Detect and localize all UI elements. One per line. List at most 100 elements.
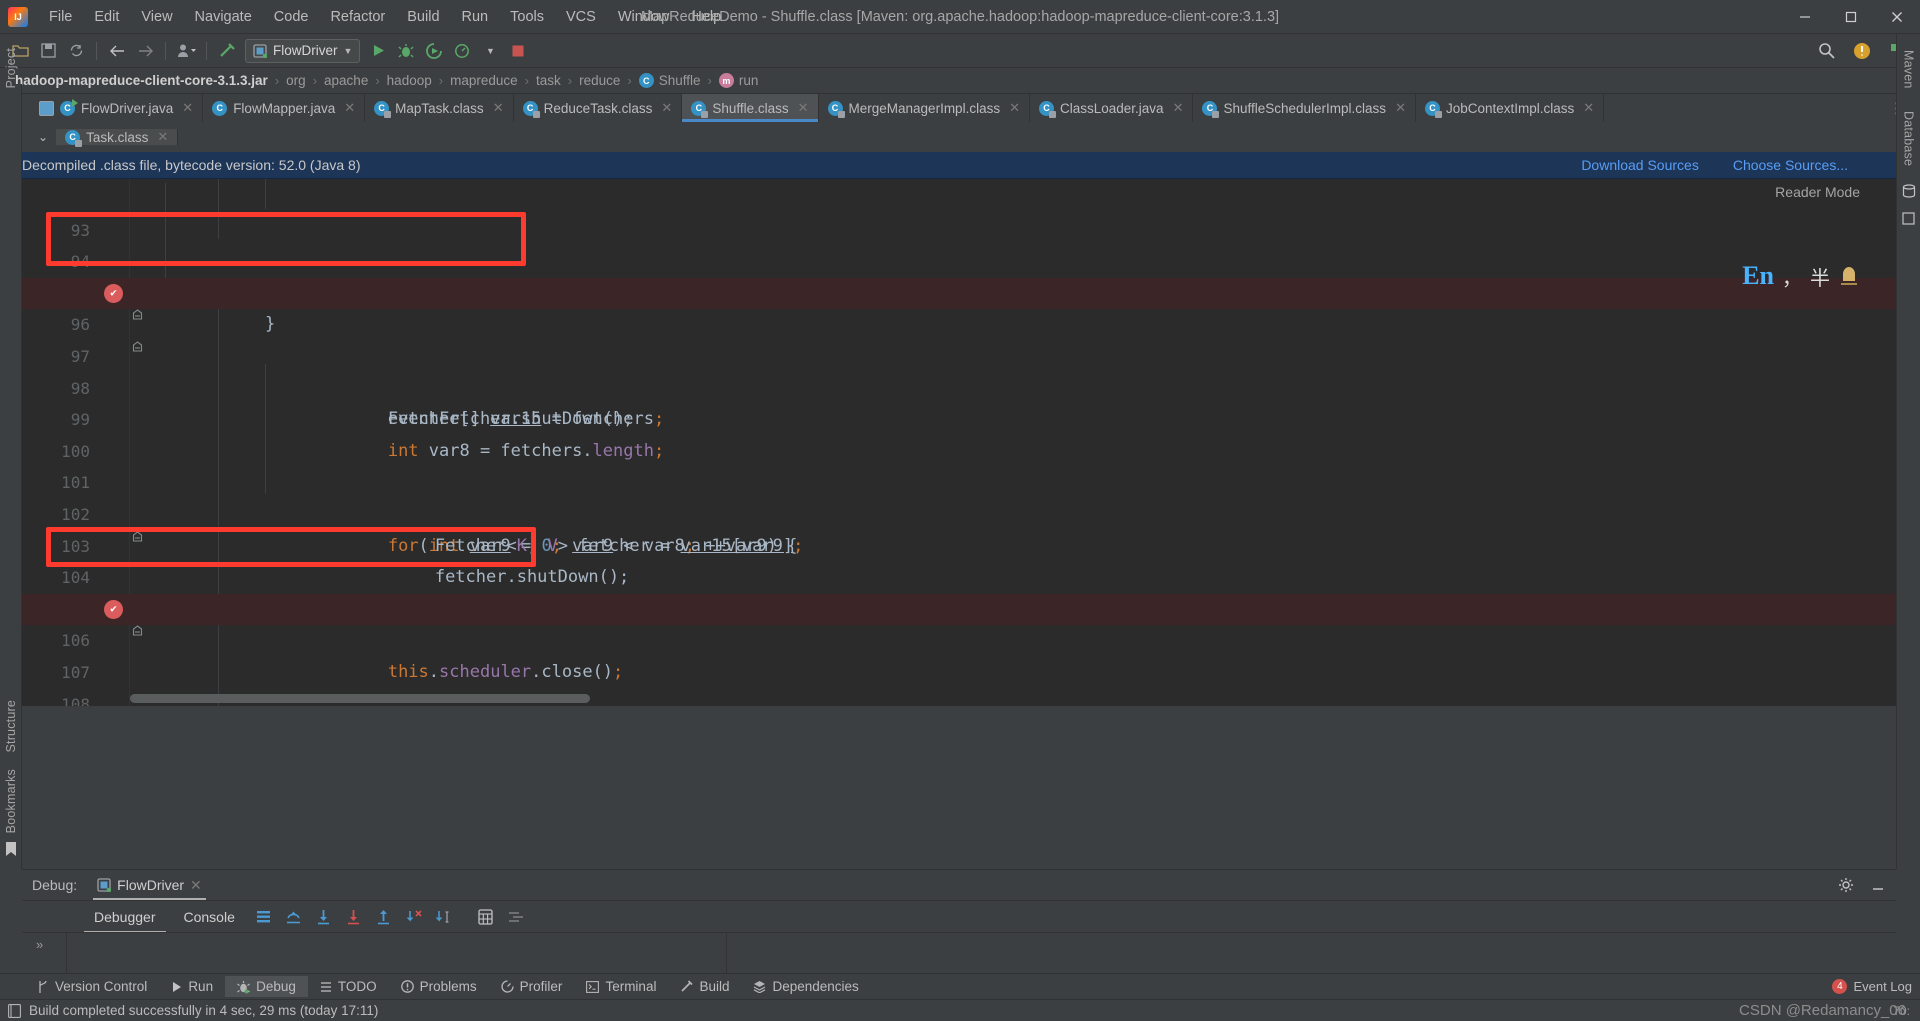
tab-jobcontextimpl-class[interactable]: C JobContextImpl.class ✕ bbox=[1416, 94, 1605, 122]
bottom-item-build[interactable]: Build bbox=[668, 976, 741, 997]
build-hammer-icon[interactable] bbox=[214, 39, 240, 63]
breakpoint-icon[interactable] bbox=[104, 599, 123, 619]
menu-run[interactable]: Run bbox=[451, 5, 500, 29]
ime-tray-icon[interactable] bbox=[1838, 265, 1860, 287]
tab-shuffle-class[interactable]: C Shuffle.class ✕ bbox=[682, 94, 819, 122]
debug-session-close-icon[interactable]: ✕ bbox=[190, 877, 202, 894]
bookmark-icon[interactable] bbox=[5, 841, 17, 869]
tab-close-icon[interactable]: ✕ bbox=[344, 100, 355, 116]
sidebar-item-project[interactable]: Project bbox=[4, 40, 18, 96]
database-icon[interactable] bbox=[1902, 180, 1916, 202]
tab-close-icon[interactable]: ✕ bbox=[182, 100, 193, 116]
breadcrumb-item-jar[interactable]: hadoop-mapreduce-client-core-3.1.3.jar bbox=[12, 73, 271, 88]
debug-session-tab[interactable]: FlowDriver ✕ bbox=[89, 870, 210, 900]
breakpoint-icon[interactable] bbox=[104, 283, 123, 303]
close-button[interactable] bbox=[1874, 0, 1920, 34]
bottom-item-run[interactable]: Run bbox=[159, 976, 225, 997]
tab-debugger[interactable]: Debugger bbox=[82, 901, 168, 933]
expand-frames-icon[interactable]: » bbox=[36, 937, 43, 952]
code-editor[interactable]: 93 } 94 } 95 96 bbox=[22, 179, 1920, 706]
tab-close-icon[interactable]: ✕ bbox=[493, 100, 504, 116]
menu-view[interactable]: View bbox=[130, 5, 183, 29]
step-into-icon[interactable] bbox=[311, 905, 337, 929]
step-over-icon[interactable] bbox=[281, 905, 307, 929]
bottom-item-dependencies[interactable]: Dependencies bbox=[741, 976, 870, 997]
maximize-button[interactable] bbox=[1828, 0, 1874, 34]
breadcrumb-item-run[interactable]: m run bbox=[716, 73, 762, 88]
sidebar-item-structure[interactable]: Structure bbox=[4, 692, 18, 761]
drop-frame-icon[interactable] bbox=[401, 905, 427, 929]
reader-mode-label[interactable]: Reader Mode bbox=[1775, 184, 1860, 200]
menu-file[interactable]: File bbox=[38, 5, 83, 29]
tab-close-icon[interactable]: ✕ bbox=[661, 100, 672, 116]
menu-vcs[interactable]: VCS bbox=[555, 5, 607, 29]
search-icon[interactable] bbox=[1813, 39, 1839, 63]
breadcrumb-item-hadoop[interactable]: hadoop bbox=[384, 73, 435, 88]
menu-build[interactable]: Build bbox=[396, 5, 450, 29]
bottom-item-version-control[interactable]: Version Control bbox=[26, 976, 159, 997]
tab-maptask-class[interactable]: C MapTask.class ✕ bbox=[365, 94, 514, 122]
tab-reducetask-class[interactable]: C ReduceTask.class ✕ bbox=[514, 94, 683, 122]
breadcrumb-item-shuffle[interactable]: C Shuffle bbox=[636, 73, 704, 88]
tab-flowdriver-java[interactable]: C FlowDriver.java ✕ bbox=[30, 94, 204, 122]
save-all-icon[interactable] bbox=[35, 39, 61, 63]
tab-shuffleschedulerimpl-class[interactable]: C ShuffleSchedulerImpl.class ✕ bbox=[1193, 94, 1416, 122]
sidebar-item-bookmarks[interactable]: Bookmarks bbox=[4, 761, 18, 841]
run-icon[interactable] bbox=[365, 39, 391, 63]
ime-punctuation-icon[interactable]: ， bbox=[1782, 262, 1802, 291]
event-log-label[interactable]: Event Log bbox=[1853, 979, 1912, 994]
tab-mergemanagerimpl-class[interactable]: C MergeManagerImpl.class ✕ bbox=[819, 94, 1030, 122]
breadcrumb-item-reduce[interactable]: reduce bbox=[576, 73, 623, 88]
sidebar-item-database[interactable]: Database bbox=[1902, 103, 1916, 174]
run-configuration-selector[interactable]: FlowDriver ▼ bbox=[245, 38, 361, 63]
force-step-into-icon[interactable] bbox=[341, 905, 367, 929]
forward-arrow-icon[interactable] bbox=[132, 39, 158, 63]
settings-layout-icon[interactable] bbox=[503, 905, 529, 929]
step-out-icon[interactable] bbox=[371, 905, 397, 929]
tab-classloader-java[interactable]: C ClassLoader.java ✕ bbox=[1030, 94, 1194, 122]
menu-edit[interactable]: Edit bbox=[83, 5, 130, 29]
sync-icon[interactable] bbox=[63, 39, 89, 63]
profile-run-icon[interactable] bbox=[449, 39, 475, 63]
breadcrumb-item-apache[interactable]: apache bbox=[321, 73, 371, 88]
tab-close-icon[interactable]: ✕ bbox=[1009, 100, 1020, 116]
tab-close-icon[interactable]: ✕ bbox=[157, 129, 168, 145]
bottom-item-todo[interactable]: TODO bbox=[308, 976, 389, 997]
tab-flowmapper-java[interactable]: C FlowMapper.java ✕ bbox=[203, 94, 366, 122]
minimize-button[interactable] bbox=[1782, 0, 1828, 34]
horizontal-scrollbar-thumb[interactable] bbox=[130, 694, 590, 703]
tab-task-class[interactable]: C Task.class ✕ bbox=[56, 129, 179, 147]
stop-icon[interactable] bbox=[505, 39, 531, 63]
tab-console[interactable]: Console bbox=[172, 901, 247, 933]
menu-tools[interactable]: Tools bbox=[499, 5, 555, 29]
notification-icon[interactable] bbox=[1849, 39, 1875, 63]
menu-refactor[interactable]: Refactor bbox=[319, 5, 396, 29]
debug-icon[interactable] bbox=[393, 39, 419, 63]
tab-close-icon[interactable]: ✕ bbox=[1173, 100, 1184, 116]
run-with-coverage-icon[interactable] bbox=[421, 39, 447, 63]
menu-window[interactable]: Window bbox=[607, 5, 681, 29]
notifications-icon[interactable] bbox=[1902, 208, 1915, 229]
minimize-icon[interactable] bbox=[1870, 877, 1886, 893]
tab-close-icon[interactable]: ✕ bbox=[798, 100, 809, 116]
horizontal-scrollbar-track[interactable] bbox=[130, 694, 1902, 704]
download-sources-link[interactable]: Download Sources bbox=[1581, 157, 1699, 173]
bottom-item-profiler[interactable]: Profiler bbox=[489, 976, 575, 997]
bottom-item-terminal[interactable]: Terminal bbox=[574, 976, 668, 997]
evaluate-expression-icon[interactable] bbox=[473, 905, 499, 929]
menu-help[interactable]: Help bbox=[680, 5, 732, 29]
user-profile-icon[interactable] bbox=[173, 39, 199, 63]
tab-close-icon[interactable]: ✕ bbox=[1583, 100, 1594, 116]
back-arrow-icon[interactable] bbox=[104, 39, 130, 63]
breadcrumb-item-task[interactable]: task bbox=[533, 73, 564, 88]
menu-navigate[interactable]: Navigate bbox=[184, 5, 263, 29]
ime-width-icon[interactable]: 半 bbox=[1810, 262, 1830, 291]
bottom-item-problems[interactable]: Problems bbox=[389, 976, 489, 997]
bottom-item-debug[interactable]: Debug bbox=[225, 976, 308, 997]
sidebar-item-maven[interactable]: Maven bbox=[1902, 42, 1916, 97]
gear-icon[interactable] bbox=[1838, 877, 1854, 893]
collapse-chevron-icon[interactable]: ⌄ bbox=[30, 130, 56, 144]
chevron-down-icon-2[interactable]: ▼ bbox=[477, 39, 503, 63]
show-execution-point-icon[interactable] bbox=[251, 905, 277, 929]
event-log-group[interactable]: 4 Event Log bbox=[1832, 979, 1912, 994]
